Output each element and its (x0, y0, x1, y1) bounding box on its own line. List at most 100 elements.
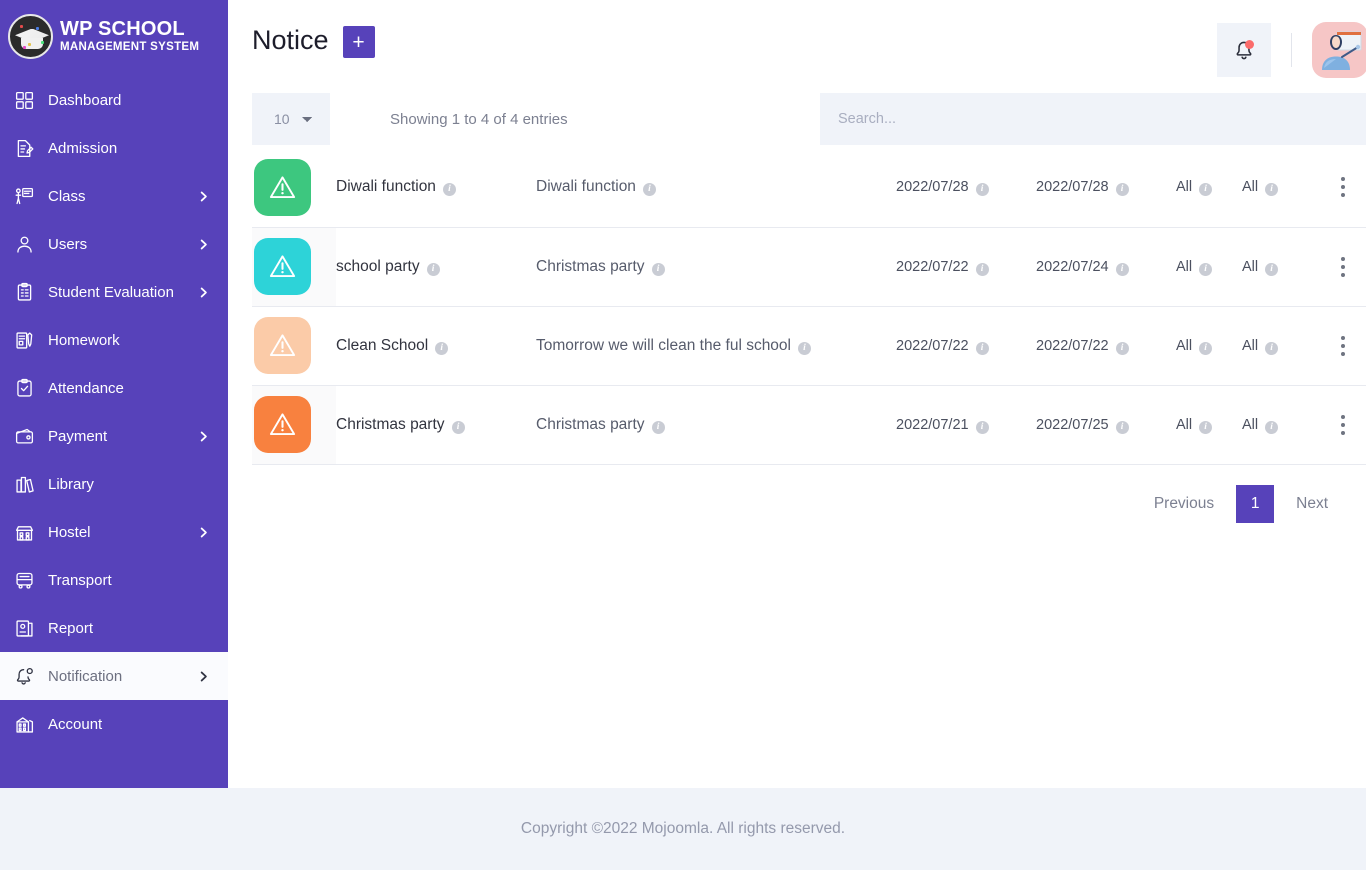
notice-description: Christmas party (536, 415, 645, 433)
search-input[interactable] (820, 93, 1366, 145)
teacher-avatar-icon (1322, 31, 1362, 70)
row-menu-cell (1308, 385, 1366, 464)
chevron-right-icon (197, 526, 210, 539)
sidebar-item-users[interactable]: Users (0, 220, 228, 268)
row-date-to-cell: 2022/07/25 i (1036, 385, 1176, 464)
hostel-building-icon (14, 522, 40, 543)
table-row: Clean School i Tomorrow we will clean the … (252, 306, 1366, 385)
sidebar-item-label: Notification (48, 667, 123, 685)
info-icon[interactable]: i (1265, 183, 1279, 197)
notice-audience-2: All (1242, 337, 1259, 354)
topbar-actions (1217, 22, 1366, 78)
kebab-menu-icon[interactable] (1330, 410, 1356, 440)
bus-icon (14, 570, 40, 591)
footer-copyright: Copyright ©2022 Mojoomla. All rights res… (520, 820, 846, 837)
row-description-cell: Tomorrow we will clean the ful school i (536, 306, 896, 385)
chevron-right-icon (197, 286, 210, 299)
row-menu-cell (1308, 227, 1366, 306)
row-title-cell: Christmas party i (336, 385, 536, 464)
row-audience2-cell: All i (1242, 306, 1308, 385)
sidebar-item-label: Dashboard (48, 91, 122, 109)
notice-date-to: 2022/07/25 (1036, 416, 1109, 433)
warning-triangle-icon (254, 396, 311, 453)
row-audience2-cell: All i (1242, 385, 1308, 464)
notice-table-area: Diwali function i Diwali function i 2022/07/… (228, 148, 1366, 523)
info-icon[interactable]: i (442, 183, 456, 197)
row-date-from-cell: 2022/07/22 i (896, 306, 1036, 385)
sidebar-item-library[interactable]: Library (0, 460, 228, 508)
sidebar-item-payment[interactable]: Payment (0, 412, 228, 460)
pagination-previous[interactable]: Previous (1140, 486, 1228, 522)
row-date-from-cell: 2022/07/21 i (896, 385, 1036, 464)
info-icon[interactable]: i (798, 341, 811, 355)
info-icon[interactable]: i (1265, 262, 1279, 276)
kebab-menu-icon[interactable] (1330, 252, 1356, 282)
brand-logo[interactable]: WP SCHOOL MANAGEMENT SYSTEM (0, 0, 228, 62)
user-icon (14, 234, 40, 255)
table-toolbar: 102550100 Showing 1 to 4 of 4 entries (228, 90, 1366, 148)
pagination-next[interactable]: Next (1282, 486, 1342, 522)
info-icon[interactable]: i (1199, 420, 1213, 434)
sidebar-item-notification[interactable]: Notification (0, 652, 228, 700)
sidebar-item-dashboard[interactable]: Dashboard (0, 76, 228, 124)
notice-title: Christmas party (336, 415, 445, 433)
sidebar-item-account[interactable]: Account (0, 700, 228, 748)
info-icon[interactable]: i (426, 262, 440, 276)
info-icon[interactable]: i (1199, 262, 1213, 276)
info-icon[interactable]: i (1115, 341, 1129, 355)
info-icon[interactable]: i (1115, 183, 1129, 197)
notification-badge-dot (1245, 40, 1254, 49)
info-icon[interactable]: i (1199, 341, 1213, 355)
sidebar-item-class[interactable]: Class (0, 172, 228, 220)
warning-triangle-icon (254, 317, 311, 374)
info-icon[interactable]: i (975, 262, 989, 276)
info-icon[interactable]: i (1115, 262, 1129, 276)
info-icon[interactable]: i (975, 420, 989, 434)
sidebar-item-label: Report (48, 619, 94, 637)
row-menu-cell (1308, 148, 1366, 227)
sidebar-item-transport[interactable]: Transport (0, 556, 228, 604)
kebab-menu-icon[interactable] (1330, 172, 1356, 202)
notice-audience-1: All (1176, 416, 1193, 433)
page-length-select[interactable]: 102550100 (252, 93, 330, 145)
sidebar-item-attendance[interactable]: Attendance (0, 364, 228, 412)
info-icon[interactable]: i (975, 341, 989, 355)
pagination-page-1[interactable]: 1 (1236, 484, 1275, 523)
graduation-cap-logo-icon (8, 13, 53, 59)
pagination: Previous 1 Next (252, 465, 1366, 523)
brand-subtitle: MANAGEMENT SYSTEM (60, 40, 200, 53)
info-icon[interactable]: i (451, 420, 465, 434)
report-icon (14, 618, 40, 639)
page-title: Notice (252, 25, 329, 55)
row-description-cell: Christmas party i (536, 227, 896, 306)
sidebar-item-label: Account (48, 715, 103, 733)
sidebar-item-homework[interactable]: Homework (0, 316, 228, 364)
info-icon[interactable]: i (975, 183, 989, 197)
avatar[interactable] (1312, 22, 1366, 78)
warning-triangle-icon (254, 158, 311, 216)
notice-date-from: 2022/07/22 (896, 337, 969, 354)
row-icon-cell (252, 148, 336, 227)
info-icon[interactable]: i (1265, 341, 1279, 355)
sidebar-nav: Dashboard Admission Class Users Student Eval… (0, 76, 228, 748)
info-icon[interactable]: i (1199, 183, 1213, 197)
add-notice-button[interactable]: + (342, 26, 375, 58)
notice-date-to: 2022/07/24 (1036, 258, 1109, 275)
topbar: Notice + (228, 0, 1366, 90)
sidebar-item-student-evaluation[interactable]: Student Evaluation (0, 268, 228, 316)
info-icon[interactable]: i (651, 262, 665, 276)
notice-audience-2: All (1242, 258, 1259, 275)
info-icon[interactable]: i (651, 420, 665, 434)
info-icon[interactable]: i (435, 341, 449, 355)
sidebar-item-hostel[interactable]: Hostel (0, 508, 228, 556)
info-icon[interactable]: i (1115, 420, 1129, 434)
row-icon-cell (252, 385, 336, 464)
row-audience1-cell: All i (1176, 385, 1242, 464)
sidebar-item-report[interactable]: Report (0, 604, 228, 652)
info-icon[interactable]: i (1265, 420, 1279, 434)
sidebar-item-admission[interactable]: Admission (0, 124, 228, 172)
info-icon[interactable]: i (642, 183, 656, 197)
notifications-button[interactable] (1217, 23, 1271, 77)
kebab-menu-icon[interactable] (1330, 331, 1356, 361)
table-row: school party i Christmas party i 2022/07/22 i… (252, 227, 1366, 306)
